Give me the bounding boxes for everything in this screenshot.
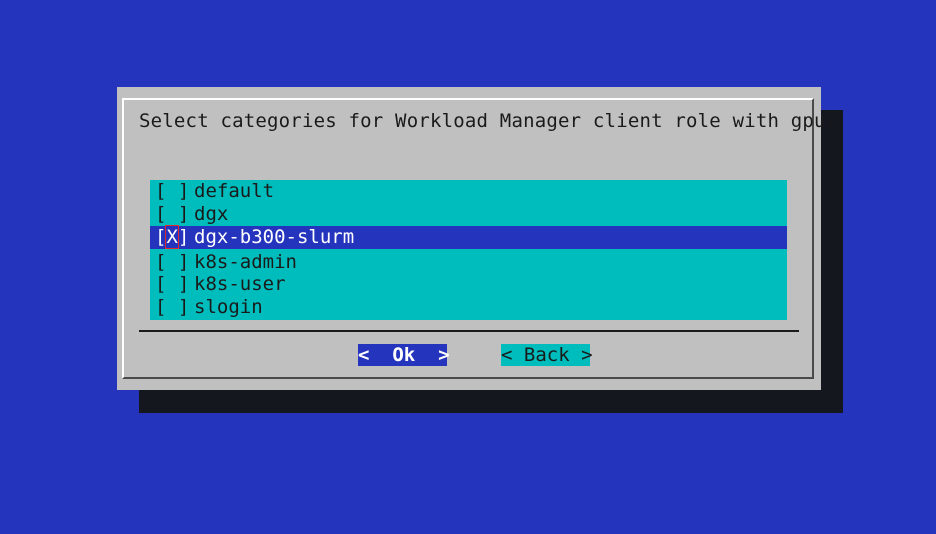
checkbox[interactable]: [ ]	[155, 273, 189, 296]
back-button[interactable]: < Back >	[501, 344, 593, 366]
dialog-prompt: Select categories for Workload Manager c…	[139, 110, 838, 132]
terminal-screen: Select categories for Workload Manager c…	[0, 0, 936, 534]
category-list: [ ] default [ ] dgx [X] dgx-b300-slurm […	[150, 180, 787, 320]
list-item-label: dgx-b300-slurm	[194, 226, 355, 248]
list-item-slogin[interactable]: [ ] slogin	[150, 296, 787, 319]
list-item-label: slogin	[194, 296, 263, 318]
list-item-label: default	[194, 180, 275, 202]
list-item-dgx-b300-slurm[interactable]: [X] dgx-b300-slurm	[150, 225, 787, 249]
ok-button[interactable]: < Ok >	[358, 344, 450, 366]
checklist-dialog: Select categories for Workload Manager c…	[117, 87, 837, 390]
list-item-label: k8s-user	[194, 273, 286, 295]
list-item-k8s-user[interactable]: [ ] k8s-user	[150, 273, 787, 296]
list-item-k8s-admin[interactable]: [ ] k8s-admin	[150, 251, 787, 274]
list-item-default[interactable]: [ ] default	[150, 180, 787, 203]
list-item-label: k8s-admin	[194, 251, 297, 273]
checkbox-mark: X	[165, 225, 179, 249]
checkbox[interactable]: [X]	[155, 225, 189, 249]
dialog-separator	[139, 330, 799, 332]
checkbox[interactable]: [ ]	[155, 203, 189, 226]
checkbox[interactable]: [ ]	[155, 180, 189, 203]
checkbox[interactable]: [ ]	[155, 296, 189, 319]
list-item-label: dgx	[194, 203, 229, 225]
checkbox[interactable]: [ ]	[155, 251, 189, 274]
list-item-dgx[interactable]: [ ] dgx	[150, 203, 787, 226]
